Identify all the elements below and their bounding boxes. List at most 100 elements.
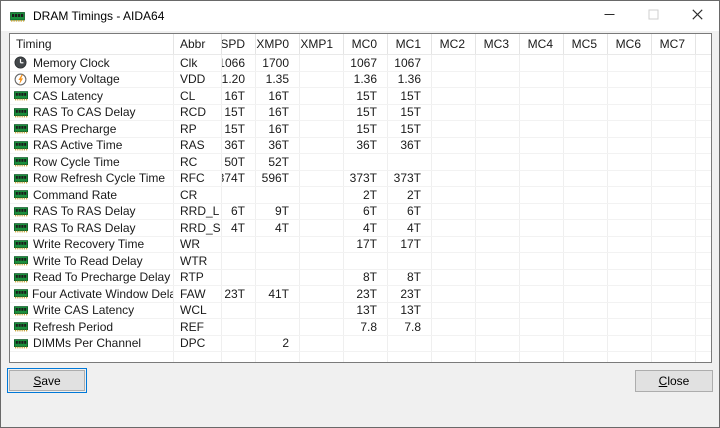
abbr-cell: WCL <box>174 302 222 318</box>
column-header-mc6: MC6 <box>608 34 652 54</box>
value-cell-spd: 1066 <box>222 55 256 71</box>
ram-icon <box>14 123 29 134</box>
value-cell-mc2 <box>432 269 476 285</box>
ram-icon <box>14 338 29 349</box>
value-cell-mc0: 8T <box>344 269 388 285</box>
column-header-mc0: MC0 <box>344 34 388 54</box>
value-cell-xmp1 <box>300 335 344 351</box>
value-cell-mc0: 17T <box>344 236 388 252</box>
empty-filler <box>696 270 711 286</box>
value-cell-mc3 <box>476 335 520 351</box>
save-button[interactable]: Save <box>9 370 85 391</box>
value-cell-xmp1 <box>300 71 344 87</box>
value-cell-mc5 <box>564 203 608 219</box>
timing-row-wcl[interactable]: Write CAS Latency WCL 13T 13T <box>10 302 711 319</box>
caption-buttons <box>587 1 719 31</box>
timing-row-rp[interactable]: RAS Precharge RP 15T 16T 15T 15T <box>10 121 711 138</box>
timing-row-rtp[interactable]: Read To Precharge Delay RTP 8T 8T <box>10 269 711 286</box>
ram-icon <box>14 272 29 283</box>
value-cell-mc0: 4T <box>344 220 388 236</box>
value-cell-mc3 <box>476 319 520 335</box>
value-cell-mc6 <box>608 253 652 269</box>
value-cell-mc4 <box>520 88 564 104</box>
value-cell-xmp0: 1700 <box>256 55 300 71</box>
value-cell-mc1: 373T <box>388 170 432 186</box>
abbr-cell: WTR <box>174 253 222 269</box>
value-cell-xmp0: 16T <box>256 104 300 120</box>
timing-label: Refresh Period <box>33 319 114 334</box>
value-cell-mc1: 23T <box>388 286 432 302</box>
timing-row-ref[interactable]: Refresh Period REF 7.8 7.8 <box>10 319 711 336</box>
timing-row-cr[interactable]: Command Rate CR 2T 2T <box>10 187 711 204</box>
value-cell-xmp1 <box>300 88 344 104</box>
empty-cell <box>300 352 344 362</box>
empty-cell <box>256 352 300 362</box>
value-cell-mc6 <box>608 88 652 104</box>
value-cell-mc5 <box>564 187 608 203</box>
value-cell-mc3 <box>476 187 520 203</box>
value-cell-mc7 <box>652 71 696 87</box>
value-cell-mc0: 15T <box>344 88 388 104</box>
timing-row-ras[interactable]: RAS Active Time RAS 36T 36T 36T 36T <box>10 137 711 154</box>
value-cell-spd <box>222 319 256 335</box>
timing-row-rc[interactable]: Row Cycle Time RC 50T 52T <box>10 154 711 171</box>
value-cell-xmp0: 36T <box>256 137 300 153</box>
value-cell-mc5 <box>564 88 608 104</box>
timing-label: RAS Active Time <box>33 138 123 153</box>
maximize-icon <box>648 9 659 23</box>
value-cell-xmp1 <box>300 269 344 285</box>
column-header-mc3: MC3 <box>476 34 520 54</box>
timing-row-wr[interactable]: Write Recovery Time WR 17T 17T <box>10 236 711 253</box>
timing-row-rrd_l[interactable]: RAS To RAS Delay RRD_L 6T 9T 6T 6T <box>10 203 711 220</box>
close-button[interactable]: Close <box>635 370 713 392</box>
timing-row-faw[interactable]: Four Activate Window Delay FAW 23T 41T 23T 23… <box>10 286 711 303</box>
value-cell-mc1 <box>388 154 432 170</box>
empty-filler <box>696 319 711 335</box>
value-cell-mc0: 15T <box>344 104 388 120</box>
value-cell-mc0: 6T <box>344 203 388 219</box>
value-cell-mc1 <box>388 335 432 351</box>
timing-row-rrd_s[interactable]: RAS To RAS Delay RRD_S 4T 4T 4T 4T <box>10 220 711 237</box>
value-cell-mc6 <box>608 203 652 219</box>
value-cell-xmp0: 1.35 <box>256 71 300 87</box>
empty-filler <box>696 121 711 137</box>
empty-filler <box>696 88 711 104</box>
column-header-xmp1: XMP1 <box>300 34 344 54</box>
value-cell-mc4 <box>520 187 564 203</box>
value-cell-mc5 <box>564 302 608 318</box>
value-cell-mc5 <box>564 220 608 236</box>
value-cell-mc5 <box>564 154 608 170</box>
timing-row-cl[interactable]: CAS Latency CL 16T 16T 15T 15T <box>10 88 711 105</box>
timing-label: RAS To RAS Delay <box>33 204 136 219</box>
abbr-cell: Clk <box>174 55 222 71</box>
empty-filler <box>696 303 711 319</box>
close-window-button[interactable] <box>675 1 719 31</box>
value-cell-xmp0 <box>256 302 300 318</box>
value-cell-xmp1 <box>300 137 344 153</box>
value-cell-mc0: 1.36 <box>344 71 388 87</box>
value-cell-mc4 <box>520 121 564 137</box>
timing-row-dpc[interactable]: DIMMs Per Channel DPC 2 <box>10 335 711 352</box>
value-cell-mc1: 36T <box>388 137 432 153</box>
minimize-button[interactable] <box>587 1 631 31</box>
timing-row-wtr[interactable]: Write To Read Delay WTR <box>10 253 711 270</box>
timing-row-clk[interactable]: Memory Clock Clk10661700 10671067 <box>10 55 711 72</box>
value-cell-mc2 <box>432 154 476 170</box>
timing-row-rcd[interactable]: RAS To CAS Delay RCD 15T 16T 15T 15T <box>10 104 711 121</box>
value-cell-mc0: 2T <box>344 187 388 203</box>
abbr-cell: VDD <box>174 71 222 87</box>
value-cell-mc4 <box>520 220 564 236</box>
timing-label: Write To Read Delay <box>33 253 143 268</box>
ram-icon <box>14 107 29 118</box>
timing-row-rfc[interactable]: Row Refresh Cycle Time RFC374T596T 373T373… <box>10 170 711 187</box>
timing-row-vdd[interactable]: Memory Voltage VDD 1.20 1.35 1.36 1.36 <box>10 71 711 88</box>
value-cell-spd: 16T <box>222 88 256 104</box>
ram-icon <box>14 90 29 101</box>
value-cell-mc1: 15T <box>388 104 432 120</box>
value-cell-spd: 374T <box>222 170 256 186</box>
empty-filler <box>696 154 711 170</box>
value-cell-mc3 <box>476 220 520 236</box>
abbr-cell: FAW <box>174 286 222 302</box>
timing-label: Command Rate <box>33 187 118 202</box>
value-cell-mc6 <box>608 236 652 252</box>
